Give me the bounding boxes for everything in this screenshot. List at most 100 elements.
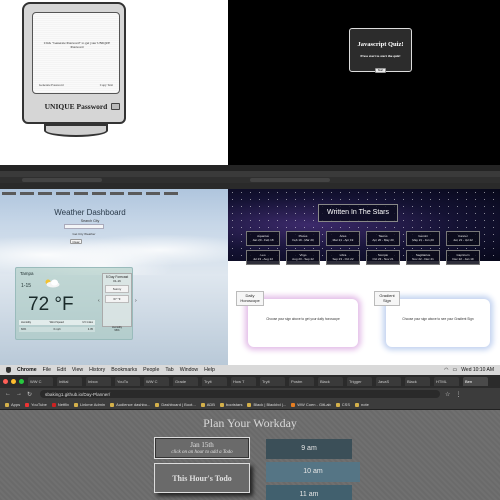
daily-horoscope-label: Daily Horoscope <box>236 291 264 306</box>
sign-button[interactable]: Capricorn Dec 22 - Jan 19 <box>446 250 480 265</box>
menu-item[interactable]: Help <box>204 367 215 373</box>
forecast-prev-arrow-icon[interactable]: ‹ <box>98 298 100 304</box>
sign-button[interactable]: Taurus Apr 20 - May 20 <box>366 231 400 246</box>
bookmark-item[interactable]: CSS <box>335 402 350 407</box>
bookmark-item[interactable]: Apps <box>5 402 20 407</box>
menu-dots-icon[interactable]: ⋮ <box>455 391 461 398</box>
menu-item[interactable]: Bookmarks <box>111 367 137 373</box>
wind-speed-value: 6 mph <box>53 328 61 331</box>
mini-bookmarks-bar <box>0 183 228 195</box>
address-bar[interactable]: sbaking1.github.io/Day-Planner/ <box>40 390 441 398</box>
bookmark-item[interactable]: Audience dashbo... <box>110 402 150 407</box>
sign-button[interactable]: Sagittarius Nov 22 - Dec 21 <box>406 250 440 265</box>
apple-icon[interactable] <box>6 367 11 373</box>
browser-tab[interactable]: Trigger <box>347 377 372 386</box>
sign-button[interactable]: Cancer Jun 21 - Jul 22 <box>446 231 480 246</box>
macos-menubar: Chrome File Edit View History Bookmarks … <box>0 365 500 375</box>
bookmark-item[interactable]: bootstars <box>219 402 242 407</box>
monitor-screen: Click "Generate Password" to get your UN… <box>32 12 120 94</box>
clock[interactable]: Wed 10:10 AM <box>461 367 494 373</box>
stats-value-row: 66% 6 mph 4.05 <box>19 327 95 332</box>
star-icon[interactable]: ☆ <box>445 391 450 398</box>
quiz-subtitle: Press start to start the quiz! <box>360 54 401 58</box>
forecast-next-arrow-icon[interactable]: › <box>135 298 137 304</box>
menu-item[interactable]: People <box>143 367 159 373</box>
bookmark-item[interactable]: WW Coen - GitLab <box>291 402 331 407</box>
browser-tab[interactable]: Postm <box>289 377 314 386</box>
bookmark-item[interactable]: Linkme Admin <box>73 402 105 407</box>
forward-arrow-icon[interactable]: → <box>16 391 22 397</box>
browser-tab[interactable]: Black <box>318 377 343 386</box>
hour-todo-panel[interactable]: This Hour's Todo <box>154 463 250 493</box>
sign-button[interactable]: Scorpio Oct 23 - Nov 21 <box>366 250 400 265</box>
sign-button[interactable]: Pisces Feb 19 - Mar 20 <box>286 231 320 246</box>
password-instruction: Click "Generate Password" to get your UN… <box>43 41 111 50</box>
maximize-window-icon[interactable] <box>19 379 24 384</box>
forecast-humidity-value: 96% <box>114 329 120 332</box>
browser-tab[interactable]: Tryit <box>202 377 227 386</box>
clear-button[interactable]: Clear <box>70 239 82 244</box>
humidity-header: Humidity <box>21 321 32 324</box>
browser-tab[interactable]: Black <box>405 377 430 386</box>
menu-item[interactable]: Tab <box>165 367 173 373</box>
hour-block-10am[interactable]: 10 am <box>266 462 360 482</box>
browser-tab[interactable]: How T <box>231 377 256 386</box>
quiz-start-button[interactable]: Start <box>374 68 387 73</box>
bookmark-item[interactable]: Dashboard | Boot... <box>155 402 196 407</box>
bookmarks-bar: Apps YouTube Netflix Linkme Admin Audien… <box>0 400 500 410</box>
uv-index-value: 4.05 <box>87 328 93 331</box>
sign-button[interactable]: Aries Mar 21 - Apr 19 <box>326 231 360 246</box>
menu-item[interactable]: History <box>89 367 105 373</box>
battery-icon[interactable]: ▭ <box>453 367 458 373</box>
browser-tab[interactable]: WW C <box>28 377 53 386</box>
hour-block-11am[interactable]: 11 am <box>266 485 352 500</box>
sign-button[interactable]: Virgo Aug 23 - Sep 22 <box>286 250 320 265</box>
minimize-window-icon[interactable] <box>11 379 16 384</box>
back-arrow-icon[interactable]: ← <box>5 391 11 397</box>
date-panel: Jan 15th click on an hour to add a Todo <box>154 437 250 459</box>
partly-cloudy-icon <box>45 279 60 288</box>
get-weather-button[interactable]: Get City Weather <box>64 232 104 236</box>
bookmark-item[interactable]: Netflix <box>51 402 69 407</box>
close-window-icon[interactable] <box>3 379 8 384</box>
menu-item[interactable]: File <box>43 367 51 373</box>
browser-tab[interactable]: Grade <box>173 377 198 386</box>
sign-button[interactable]: Gemini May 21 - Jun 20 <box>406 231 440 246</box>
bookmark-item[interactable]: note <box>355 402 369 407</box>
sign-button[interactable]: Libra Sep 23 - Oct 22 <box>326 250 360 265</box>
menu-item[interactable]: Window <box>180 367 198 373</box>
menu-item[interactable]: Edit <box>57 367 66 373</box>
current-weather-card: Tampa 1-15 72 °F Humidity Wind Speed UV … <box>15 267 137 340</box>
password-generator-screenshot: Click "Generate Password" to get your UN… <box>0 0 228 165</box>
browser-tab[interactable]: WW C <box>144 377 169 386</box>
status-area: ◠ ▭ Wed 10:10 AM <box>444 365 494 375</box>
bookmark-item[interactable]: YouTube <box>25 402 47 407</box>
bookmark-item[interactable]: ADB <box>200 402 215 407</box>
search-city-input[interactable] <box>64 224 104 229</box>
browser-tab[interactable]: YouTu <box>115 377 140 386</box>
menu-item[interactable]: Chrome <box>17 367 37 373</box>
browser-tabstrip: WW C Initial Inbox YouTu WW C Grade Tryi… <box>0 375 500 388</box>
browser-tab[interactable]: JavaS <box>376 377 401 386</box>
bookmark-item[interactable]: Black | Blackbd |... <box>247 402 286 407</box>
day-planner-screenshot: Chrome File Edit View History Bookmarks … <box>0 365 500 500</box>
wifi-icon[interactable]: ◠ <box>444 367 448 373</box>
horoscope-screenshot: Written In The Stars Aquarius Jan 20 - Fe… <box>228 165 500 365</box>
sign-button[interactable]: Leo Jul 23 - Aug 22 <box>246 250 280 265</box>
menu-item[interactable]: View <box>72 367 83 373</box>
retro-monitor-frame: Click "Generate Password" to get your UN… <box>22 2 126 124</box>
reload-icon[interactable]: ↻ <box>27 391 32 398</box>
browser-tab[interactable]: Tryit <box>260 377 285 386</box>
browser-toolbar: ← → ↻ sbaking1.github.io/Day-Planner/ ☆ … <box>0 388 500 400</box>
current-temperature: 72 °F <box>28 294 74 315</box>
hour-block-9am[interactable]: 9 am <box>266 439 352 459</box>
gradient-sign-card: Choose your sign above to see your Gradi… <box>386 299 490 347</box>
copy-text-button[interactable]: Copy Text <box>100 83 113 87</box>
browser-tab[interactable]: Inbox <box>86 377 111 386</box>
gradient-sign-label: Gradient Sign <box>374 291 400 306</box>
generate-password-button[interactable]: Generate Password <box>39 83 64 87</box>
browser-tab[interactable]: HTML <box>434 377 459 386</box>
sign-button[interactable]: Aquarius Jan 20 - Feb 18 <box>246 231 280 246</box>
browser-tab[interactable]: Initial <box>57 377 82 386</box>
browser-tab-active[interactable]: Ben <box>463 377 488 386</box>
